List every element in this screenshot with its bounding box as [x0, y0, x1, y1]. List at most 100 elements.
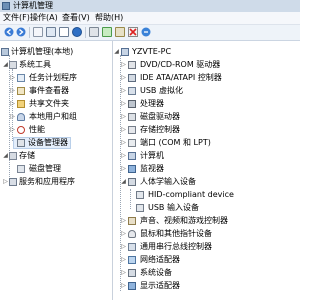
menu-help[interactable]: 帮助(H): [95, 13, 123, 23]
collapsed-arrow-icon[interactable]: ▷: [120, 255, 127, 265]
collapsed-arrow-icon[interactable]: ▷: [120, 60, 127, 70]
tree-item-event-viewer[interactable]: ▷ 事件查看器: [0, 85, 112, 97]
toolbar: [0, 25, 300, 41]
tree-root[interactable]: 计算机管理(本地): [0, 46, 112, 58]
title-bar: 计算机管理: [0, 0, 300, 12]
expanded-arrow-icon[interactable]: ◢: [120, 177, 127, 187]
device-category[interactable]: ▷ 磁盘驱动器: [113, 111, 300, 123]
device-category[interactable]: ▷ 监视器: [113, 163, 300, 175]
usb-icon: [128, 87, 136, 95]
device-category[interactable]: ▷ DVD/CD-ROM 驱动器: [113, 59, 300, 71]
menu-action[interactable]: 操作(A): [30, 13, 58, 23]
device-category[interactable]: ▷ USB 虚拟化: [113, 85, 300, 97]
collapsed-arrow-icon[interactable]: ▷: [120, 138, 127, 148]
collapsed-arrow-icon[interactable]: ▷: [120, 73, 127, 83]
category-label: 监视器: [140, 164, 164, 173]
computer-icon: [128, 152, 136, 160]
collapsed-arrow-icon[interactable]: ▷: [120, 99, 127, 109]
tree-label: 共享文件夹: [29, 99, 69, 108]
processor-icon: [128, 100, 136, 108]
performance-icon: [17, 126, 25, 134]
show-tree-icon[interactable]: [46, 27, 56, 37]
computer-icon[interactable]: [89, 27, 99, 37]
device-category-hid[interactable]: ◢ 人体学输入设备: [113, 176, 300, 188]
collapsed-arrow-icon[interactable]: ▷: [9, 73, 16, 83]
computer-management-icon: [2, 2, 10, 10]
collapsed-arrow-icon[interactable]: ▷: [120, 125, 127, 135]
tree-item-system-tools[interactable]: ◢ 系统工具: [0, 59, 112, 71]
scan-hardware-icon[interactable]: [102, 27, 112, 37]
device-category[interactable]: ▷ 显示适配器: [113, 280, 300, 292]
tree-item-device-manager[interactable]: 设备管理器: [13, 137, 71, 149]
shared-folder-icon: [17, 100, 25, 108]
expanded-arrow-icon[interactable]: ◢: [2, 60, 9, 70]
computer-management-icon: [1, 48, 9, 56]
collapsed-arrow-icon[interactable]: ▷: [120, 164, 127, 174]
disk-icon: [17, 165, 25, 173]
device-category[interactable]: ▷ 网络适配器: [113, 254, 300, 266]
help-icon[interactable]: [72, 27, 82, 37]
uninstall-icon[interactable]: [141, 27, 151, 37]
device-item[interactable]: HID-compliant device: [113, 189, 300, 201]
device-item[interactable]: USB 输入设备: [113, 202, 300, 214]
category-label: 系统设备: [140, 268, 172, 277]
collapsed-arrow-icon[interactable]: ▷: [120, 216, 127, 226]
device-category[interactable]: ▷ 系统设备: [113, 267, 300, 279]
monitor-icon: [128, 165, 136, 173]
back-icon[interactable]: [4, 27, 14, 37]
tree-item-shared-folders[interactable]: ▷ 共享文件夹: [0, 98, 112, 110]
collapsed-arrow-icon[interactable]: ▷: [120, 151, 127, 161]
tree-item-task-scheduler[interactable]: ▷ 任务计划程序: [0, 72, 112, 84]
device-category[interactable]: ▷ 处理器: [113, 98, 300, 110]
category-label: 网络适配器: [140, 255, 180, 264]
device-tree: ◢ YZVTE-PC ▷ DVD/CD-ROM 驱动器 ▷ IDE ATA/AT…: [113, 41, 300, 300]
device-tree-root[interactable]: ◢ YZVTE-PC: [113, 46, 300, 58]
expanded-arrow-icon[interactable]: ◢: [2, 151, 9, 161]
clock-icon: [17, 74, 25, 82]
category-label: USB 虚拟化: [140, 86, 183, 95]
category-label: 通用串行总线控制器: [140, 242, 212, 251]
category-label: 存储控制器: [140, 125, 180, 134]
device-category[interactable]: ▷ 鼠标和其他指针设备: [113, 228, 300, 240]
tree-label: 系统工具: [19, 60, 51, 69]
device-category[interactable]: ▷ 存储控制器: [113, 124, 300, 136]
network-adapter-icon: [128, 256, 136, 264]
device-category[interactable]: ▷ 声音、视频和游戏控制器: [113, 215, 300, 227]
collapsed-arrow-icon[interactable]: ▷: [120, 281, 127, 291]
tree-item-performance[interactable]: ▷ 性能: [0, 124, 112, 136]
device-category[interactable]: ▷ 端口 (COM 和 LPT): [113, 137, 300, 149]
collapsed-arrow-icon[interactable]: ▷: [120, 268, 127, 278]
tree-item-services-apps[interactable]: ▷ 服务和应用程序: [0, 176, 112, 188]
collapsed-arrow-icon[interactable]: ▷: [9, 99, 16, 109]
collapsed-arrow-icon[interactable]: ▷: [120, 229, 127, 239]
disable-icon[interactable]: [128, 27, 138, 37]
tree-item-local-users[interactable]: ▷ 本地用户和组: [0, 111, 112, 123]
menu-view[interactable]: 查看(V): [62, 13, 90, 23]
expanded-arrow-icon[interactable]: ◢: [113, 47, 120, 57]
sound-icon: [128, 217, 136, 225]
tree-item-storage[interactable]: ◢ 存储: [0, 150, 112, 162]
users-icon: [17, 113, 25, 121]
tree-item-disk-management[interactable]: 磁盘管理: [0, 163, 112, 175]
device-category[interactable]: ▷ 通用串行总线控制器: [113, 241, 300, 253]
tree-label: 存储: [19, 151, 35, 160]
menu-file[interactable]: 文件(F): [3, 13, 30, 23]
collapsed-arrow-icon[interactable]: ▷: [120, 112, 127, 122]
collapsed-arrow-icon[interactable]: ▷: [120, 242, 127, 252]
device-category[interactable]: ▷ IDE ATA/ATAPI 控制器: [113, 72, 300, 84]
usb-input-device-icon: [136, 204, 144, 212]
category-label: 显示适配器: [140, 281, 180, 290]
tree-label: 计算机管理(本地): [11, 47, 74, 56]
device-category[interactable]: ▷ 计算机: [113, 150, 300, 162]
up-icon[interactable]: [33, 27, 43, 37]
update-driver-icon[interactable]: [115, 27, 125, 37]
tree-label: 本地用户和组: [29, 112, 77, 121]
collapsed-arrow-icon[interactable]: ▷: [120, 86, 127, 96]
collapsed-arrow-icon[interactable]: ▷: [9, 112, 16, 122]
category-label: 鼠标和其他指针设备: [140, 229, 212, 238]
collapsed-arrow-icon[interactable]: ▷: [2, 177, 9, 187]
collapsed-arrow-icon[interactable]: ▷: [9, 86, 16, 96]
properties-icon[interactable]: [59, 27, 69, 37]
collapsed-arrow-icon[interactable]: ▷: [9, 125, 16, 135]
forward-icon[interactable]: [16, 27, 26, 37]
